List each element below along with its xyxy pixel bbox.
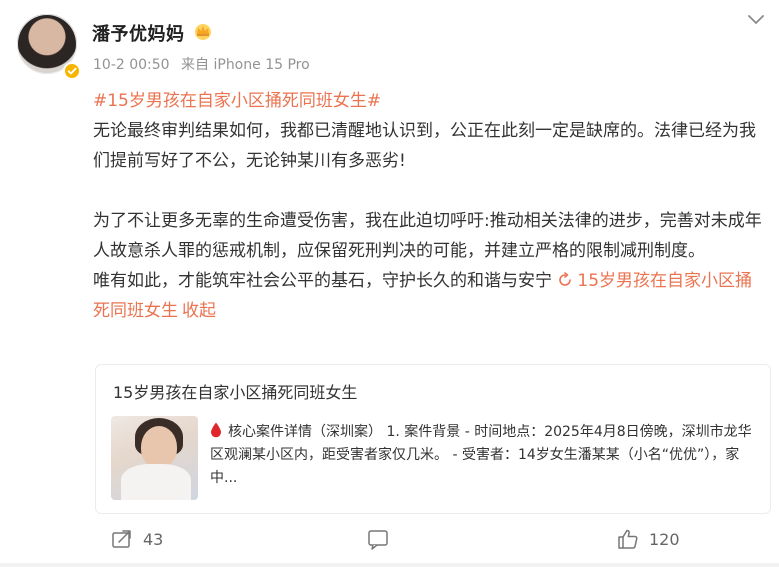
post-content: #15岁男孩在自家小区捅死同班女生# 无论最终审判结果如何，我都已清醒地认识到，… <box>93 86 769 326</box>
hashtag-link[interactable]: #15岁男孩在自家小区捅死同班女生# <box>93 91 381 111</box>
blood-drop-icon <box>211 422 221 438</box>
topic-card[interactable]: 15岁男孩在自家小区捅死同班女生 核心案件详情（深圳案） 1. 案件背景 - 时… <box>95 364 771 514</box>
card-description: 核心案件详情（深圳案） 1. 案件背景 - 时间地点：2025年4月8日傍晚，深… <box>210 421 758 490</box>
card-title[interactable]: 15岁男孩在自家小区捅死同班女生 <box>113 379 357 403</box>
post-source: 来自 iPhone 15 Pro <box>181 57 310 73</box>
comment-button[interactable] <box>367 528 399 550</box>
paragraph-3: 唯有如此，才能筑牢社会公平的基石，守护长久的和谐与安宁 15岁男孩在自家小区捅死… <box>93 266 769 326</box>
comment-icon <box>368 530 388 550</box>
repost-icon <box>112 530 131 548</box>
like-count: 120 <box>649 529 680 549</box>
link-icon <box>559 272 572 286</box>
post-time[interactable]: 10-2 00:50 <box>93 57 170 73</box>
repost-count: 43 <box>143 529 164 549</box>
chevron-down-icon[interactable] <box>747 14 765 26</box>
divider <box>0 563 779 567</box>
card-description-text: 核心案件详情（深圳案） 1. 案件背景 - 时间地点：2025年4月8日傍晚，深… <box>210 424 752 486</box>
crown-icon <box>195 24 211 40</box>
verified-badge-icon <box>63 62 81 80</box>
paragraph-1: 无论最终审判结果如何，我都已清醒地认识到，公正在此刻一定是缺席的。法律已经为我们… <box>93 121 756 171</box>
paragraph-3-text: 唯有如此，才能筑牢社会公平的基石，守护长久的和谐与安宁 <box>93 271 552 291</box>
author-name[interactable]: 潘予优妈妈 <box>92 20 185 46</box>
card-thumbnail[interactable] <box>111 416 198 500</box>
like-button[interactable]: 120 <box>617 528 680 550</box>
thumbs-up-icon <box>618 529 638 549</box>
paragraph-2: 为了不让更多无辜的生命遭受伤害，我在此迫切呼吁:推动相关法律的进步，完善对未成年… <box>93 211 762 261</box>
collapse-link[interactable]: 收起 <box>182 301 216 321</box>
repost-button[interactable]: 43 <box>111 528 163 550</box>
action-bar: 43 120 <box>0 528 779 558</box>
post-meta: 10-2 00:50 来自 iPhone 15 Pro <box>93 54 310 74</box>
